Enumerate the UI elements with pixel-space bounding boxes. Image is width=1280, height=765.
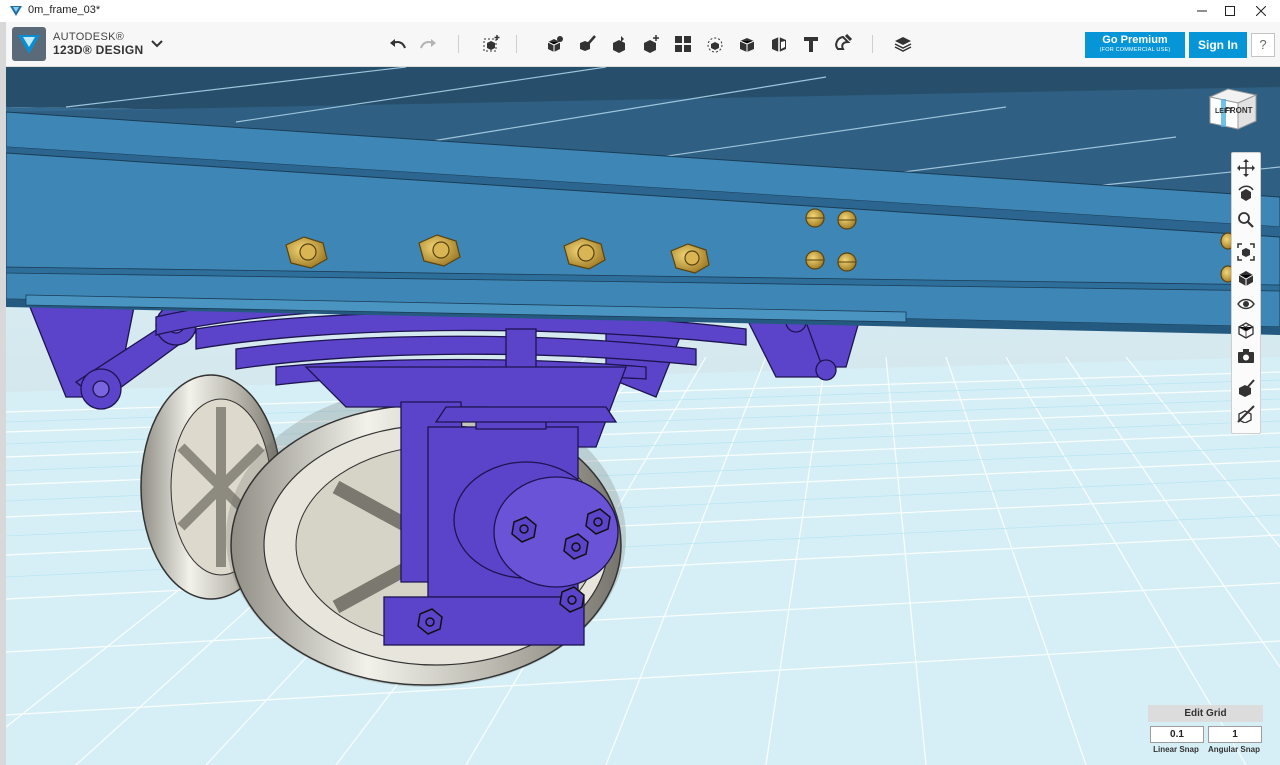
camera-icon bbox=[1238, 349, 1254, 363]
brand-company: AUTODESK® bbox=[53, 31, 125, 43]
angular-snap-input[interactable]: 1 bbox=[1208, 726, 1262, 743]
visibility-button[interactable] bbox=[1235, 293, 1257, 315]
grouping-icon bbox=[707, 37, 723, 53]
toolbar-separator bbox=[458, 35, 459, 53]
fit-button[interactable] bbox=[1235, 241, 1257, 263]
hide-sketches-button[interactable] bbox=[1235, 403, 1257, 425]
combine-button[interactable] bbox=[735, 32, 759, 56]
3d-viewport[interactable] bbox=[6, 67, 1280, 765]
hide-icon bbox=[1237, 405, 1255, 423]
edit-grid-button[interactable]: Edit Grid bbox=[1148, 705, 1263, 722]
views-icon bbox=[1238, 271, 1254, 286]
view-cube-icon: LEFT FRONT bbox=[1208, 88, 1258, 130]
snap-icon bbox=[835, 34, 853, 50]
primitives-icon bbox=[547, 36, 563, 52]
orbit-icon bbox=[1238, 185, 1254, 201]
grouping-button[interactable] bbox=[703, 32, 727, 56]
navigation-bar bbox=[1231, 152, 1261, 434]
help-button[interactable]: ? bbox=[1251, 33, 1275, 57]
toolbar-separator bbox=[516, 35, 517, 53]
undo-icon bbox=[390, 39, 406, 49]
measure-icon bbox=[772, 37, 786, 52]
views-button[interactable] bbox=[1235, 267, 1257, 289]
combine-icon bbox=[739, 38, 755, 52]
maximize-button[interactable] bbox=[1214, 0, 1246, 22]
toolbar-separator bbox=[872, 35, 873, 53]
view-cube-front-face: FRONT bbox=[1225, 106, 1253, 115]
sign-in-button[interactable]: Sign In bbox=[1189, 32, 1247, 58]
window-titlebar: 0m_frame_03* bbox=[0, 0, 1280, 22]
wagon-frame bbox=[6, 67, 1280, 335]
app-logo[interactable] bbox=[12, 27, 46, 61]
modify-icon bbox=[644, 35, 659, 53]
brand-product: 123D® DESIGN bbox=[53, 43, 144, 57]
pencil-cube-icon bbox=[1239, 379, 1255, 397]
pattern-icon bbox=[675, 36, 691, 52]
material-visibility-button[interactable] bbox=[1235, 377, 1257, 399]
angular-snap-label: Angular Snap bbox=[1207, 745, 1260, 754]
screenshot-button[interactable] bbox=[1235, 345, 1257, 367]
linear-snap-input[interactable]: 0.1 bbox=[1150, 726, 1204, 743]
main-toolbar: AUTODESK® 123D® DESIGN Go Premium (FOR C… bbox=[6, 22, 1280, 67]
sketch-icon bbox=[580, 35, 596, 51]
orbit-button[interactable] bbox=[1235, 183, 1257, 205]
app-icon bbox=[10, 6, 22, 16]
text-button[interactable] bbox=[799, 32, 823, 56]
close-button[interactable] bbox=[1245, 0, 1277, 22]
primitives-button[interactable] bbox=[543, 32, 567, 56]
linear-snap-label: Linear Snap bbox=[1153, 745, 1199, 754]
wireframe-icon bbox=[1238, 322, 1254, 339]
transform-button[interactable] bbox=[479, 32, 503, 56]
minimize-icon bbox=[1197, 10, 1207, 12]
scene[interactable] bbox=[6, 67, 1280, 765]
undo-button[interactable] bbox=[386, 32, 410, 56]
chevron-down-icon[interactable] bbox=[148, 34, 166, 52]
material-button[interactable] bbox=[891, 32, 915, 56]
go-premium-sublabel: (FOR COMMERCIAL USE) bbox=[1099, 47, 1171, 53]
fit-icon bbox=[1237, 243, 1255, 261]
construct-button[interactable] bbox=[607, 32, 631, 56]
pan-icon bbox=[1237, 159, 1255, 177]
text-icon bbox=[804, 37, 818, 52]
sketch-button[interactable] bbox=[575, 32, 599, 56]
close-icon bbox=[1256, 6, 1266, 16]
redo-icon bbox=[420, 39, 436, 49]
material-icon bbox=[894, 37, 912, 52]
measure-button[interactable] bbox=[767, 32, 791, 56]
redo-button[interactable] bbox=[416, 32, 440, 56]
zoom-button[interactable] bbox=[1235, 209, 1257, 231]
transform-icon bbox=[483, 35, 500, 52]
construct-icon bbox=[613, 36, 625, 53]
modify-button[interactable] bbox=[639, 32, 663, 56]
view-cube[interactable]: LEFT FRONT bbox=[1204, 83, 1258, 137]
window-title: 0m_frame_03* bbox=[28, 4, 101, 16]
wireframe-button[interactable] bbox=[1235, 319, 1257, 341]
eye-icon bbox=[1237, 298, 1255, 310]
zoom-icon bbox=[1238, 212, 1254, 228]
pan-button[interactable] bbox=[1235, 157, 1257, 179]
go-premium-button[interactable]: Go Premium (FOR COMMERCIAL USE) bbox=[1085, 32, 1185, 58]
snap-button[interactable] bbox=[831, 32, 855, 56]
pattern-button[interactable] bbox=[671, 32, 695, 56]
go-premium-label: Go Premium bbox=[1102, 34, 1168, 46]
maximize-icon bbox=[1225, 6, 1235, 16]
